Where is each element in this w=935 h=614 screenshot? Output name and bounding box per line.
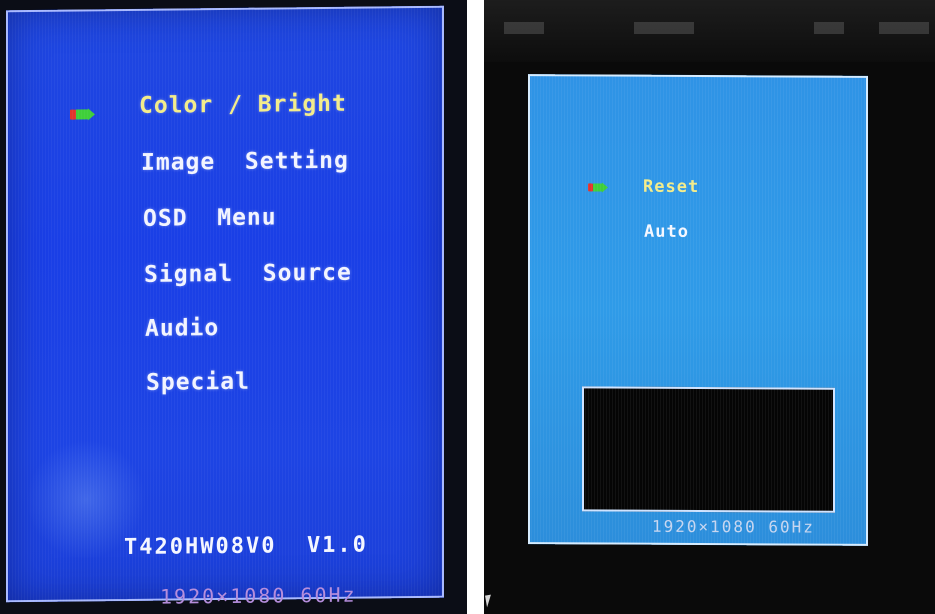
background-ceiling <box>484 0 935 62</box>
selection-cursor-icon <box>588 182 608 193</box>
menu-item-signal-source[interactable]: Signal Source <box>144 260 352 288</box>
menu-item-reset[interactable]: Reset <box>643 177 699 197</box>
menu-item-color-bright[interactable]: Color / Bright <box>139 91 347 119</box>
osd-main-menu-panel: Color / Bright Image Setting OSD Menu Si… <box>6 5 444 609</box>
firmware-version: T420HW08V0 V1.0 <box>124 532 368 561</box>
preview-window <box>582 386 835 513</box>
menu-item-special[interactable]: Special <box>146 369 250 396</box>
osd-submenu-panel: Reset Auto 1920×1080 60Hz <box>528 74 868 546</box>
resolution-readout: 1920×1080 60Hz <box>160 582 357 609</box>
menu-item-audio[interactable]: Audio <box>145 315 219 342</box>
right-monitor-photo: Reset Auto 1920×1080 60Hz <box>484 0 935 614</box>
menu-item-image-setting[interactable]: Image Setting <box>141 148 349 176</box>
mouse-pointer-icon <box>485 594 493 608</box>
resolution-readout: 1920×1080 60Hz <box>652 516 815 537</box>
selection-cursor-icon <box>70 108 95 121</box>
screen-reflection <box>26 438 146 561</box>
left-monitor-photo: Color / Bright Image Setting OSD Menu Si… <box>0 0 467 614</box>
menu-item-osd-menu[interactable]: OSD Menu <box>143 204 277 231</box>
menu-item-auto[interactable]: Auto <box>644 222 689 242</box>
